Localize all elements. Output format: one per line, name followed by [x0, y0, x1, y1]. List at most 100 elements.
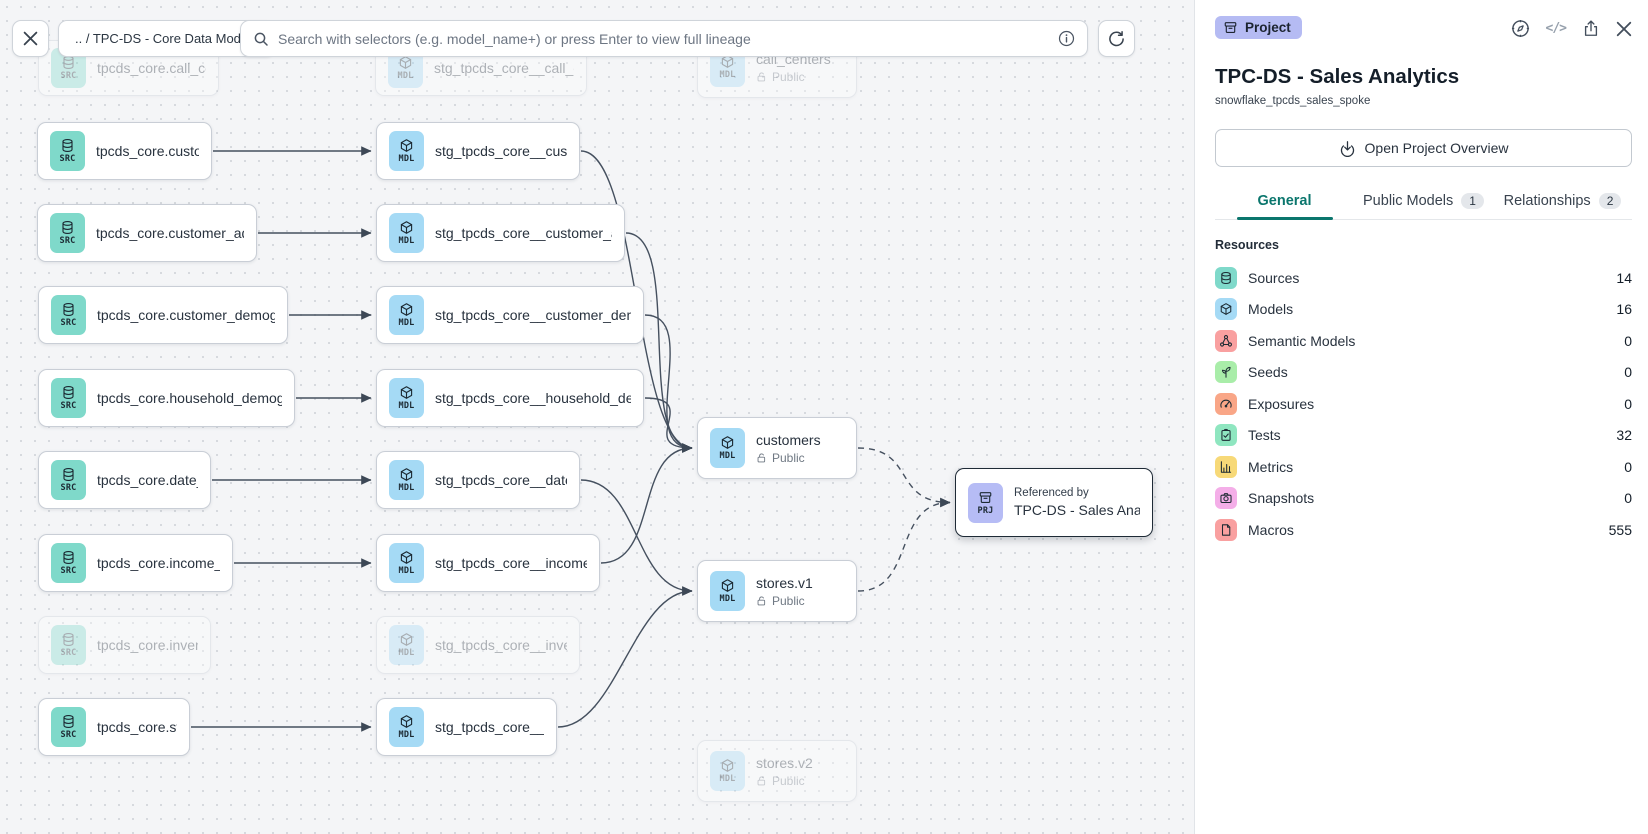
- node-label: tpcds_core.customer_address: [96, 225, 244, 241]
- model-cube-icon: [399, 632, 414, 647]
- tab-label: Public Models: [1363, 193, 1453, 209]
- resource-label: Seeds: [1248, 364, 1613, 380]
- src-badge: SRC: [51, 707, 86, 747]
- node-label: tpcds_core.household_demographics: [97, 390, 282, 406]
- resource-row-seeds: Seeds 0: [1215, 357, 1632, 389]
- lineage-node-pub_stores_v2[interactable]: MDLstores.v2Public: [697, 740, 857, 802]
- lineage-node-mdl_customer_address[interactable]: MDLstg_tpcds_core__customer_address: [376, 204, 625, 262]
- cube-icon: [1215, 298, 1237, 320]
- tab-public-models[interactable]: Public Models 1: [1354, 187, 1493, 219]
- mdl-badge: MDL: [710, 428, 745, 468]
- barchart-icon: [1215, 456, 1237, 478]
- model-cube-icon: [720, 435, 735, 450]
- close-lineage-button[interactable]: [12, 20, 49, 57]
- lineage-canvas[interactable]: SRCtpcds_core.call_centerMDLstg_tpcds_co…: [0, 0, 1194, 834]
- mdl-badge: MDL: [389, 707, 424, 747]
- lineage-node-src_inventory[interactable]: SRCtpcds_core.inventory: [38, 616, 211, 674]
- node-label: tpcds_core.date_dim: [97, 472, 198, 488]
- resources-list: Sources14Models16Semantic Models0Seeds0E…: [1215, 262, 1632, 546]
- node-label: tpcds_core.call_center: [97, 60, 206, 76]
- info-icon[interactable]: [1058, 30, 1075, 47]
- lineage-node-mdl_store[interactable]: MDL stg_tpcds_core__store: [376, 698, 557, 756]
- lineage-node-mdl_customer[interactable]: MDLstg_tpcds_core__customer: [376, 122, 580, 180]
- lineage-node-mdl_customer_demographics[interactable]: MDLstg_tpcds_core__customer_demogra…: [376, 286, 644, 344]
- view-code-button[interactable]: </>: [1546, 21, 1566, 36]
- gauge-icon: [1215, 393, 1237, 415]
- close-icon: [23, 31, 38, 46]
- resource-row-sources: Sources14: [1215, 262, 1632, 294]
- refresh-lineage-button[interactable]: [1098, 20, 1135, 57]
- resource-count: 0: [1624, 459, 1632, 475]
- open-project-overview-button[interactable]: Open Project Overview: [1215, 129, 1632, 167]
- tab-relationships[interactable]: Relationships2: [1493, 187, 1632, 219]
- node-label: tpcds_core.store: [97, 719, 177, 735]
- tab-count-badge: 1: [1461, 193, 1484, 209]
- open-project-overview-label: Open Project Overview: [1365, 140, 1509, 156]
- lineage-node-src_store[interactable]: SRC tpcds_core.store: [38, 698, 190, 756]
- model-cube-icon: [399, 714, 414, 729]
- overview-icon: [1339, 140, 1356, 157]
- share-button[interactable]: [1582, 19, 1600, 38]
- lineage-node-pub_customers[interactable]: MDLcustomersPublic: [697, 417, 857, 479]
- tab-general[interactable]: General: [1215, 187, 1354, 219]
- resource-label: Macros: [1248, 522, 1598, 538]
- search-input[interactable]: [278, 31, 1049, 47]
- resource-row-models: Models16: [1215, 294, 1632, 326]
- model-cube-icon: [720, 758, 735, 773]
- mdl-badge: MDL: [389, 543, 424, 583]
- mdl-badge: MDL: [710, 571, 745, 611]
- node-label: stg_tpcds_core__store: [435, 719, 544, 735]
- tab-count-badge: 2: [1599, 193, 1622, 209]
- database-icon: [60, 138, 75, 153]
- public-access-label: Public: [756, 70, 831, 84]
- database-icon: [1215, 267, 1237, 289]
- resource-count: 16: [1616, 301, 1632, 317]
- semantic-icon: [1215, 330, 1237, 352]
- project-type-badge: Project: [1215, 16, 1302, 39]
- database-icon: [61, 55, 76, 70]
- lineage-node-prj_sales_analytics[interactable]: PRJReferenced byTPC-DS - Sales Analytics: [955, 468, 1153, 537]
- resource-row-snapshots: Snapshots0: [1215, 483, 1632, 515]
- page-title: TPC-DS - Sales Analytics: [1215, 65, 1632, 89]
- lineage-node-src_income_band[interactable]: SRCtpcds_core.income_band: [38, 534, 233, 592]
- mdl-badge: MDL: [389, 213, 424, 253]
- seed-icon: [1215, 361, 1237, 383]
- lineage-node-src_customer[interactable]: SRCtpcds_core.customer: [37, 122, 212, 180]
- explore-lineage-button[interactable]: [1511, 19, 1530, 38]
- unlock-icon: [756, 71, 768, 83]
- node-label: stg_tpcds_core__income_band: [435, 555, 587, 571]
- src-badge: SRC: [51, 378, 86, 418]
- resource-row-metrics: Metrics0: [1215, 451, 1632, 483]
- close-icon: [1616, 21, 1632, 37]
- lineage-node-mdl_income_band[interactable]: MDL stg_tpcds_core__income_band: [376, 534, 600, 592]
- lineage-node-mdl_inventory[interactable]: MDLstg_tpcds_core__inventory: [376, 616, 580, 674]
- lineage-node-src_customer_demographics[interactable]: SRCtpcds_core.customer_demographics: [38, 286, 288, 344]
- breadcrumb-label: .. / TPC-DS - Core Data Models: [75, 31, 258, 46]
- src-badge: SRC: [51, 460, 86, 500]
- project-type-label: Project: [1245, 20, 1291, 35]
- lineage-node-src_household_demographics[interactable]: SRC tpcds_core.household_demographics: [38, 369, 295, 427]
- model-cube-icon: [399, 550, 414, 565]
- clipboard-icon: [1215, 424, 1237, 446]
- resource-row-macros: Macros555: [1215, 514, 1632, 546]
- node-label: stg_tpcds_core__date_dim: [435, 472, 567, 488]
- model-cube-icon: [399, 467, 414, 482]
- search-icon: [253, 31, 269, 47]
- resource-label: Exposures: [1248, 396, 1613, 412]
- node-label: stores.v1: [756, 575, 813, 591]
- lineage-node-src_customer_address[interactable]: SRCtpcds_core.customer_address: [37, 204, 257, 262]
- lineage-node-pub_stores_v1[interactable]: MDL stores.v1 Public: [697, 560, 857, 622]
- project-icon: [1223, 20, 1238, 35]
- lineage-node-mdl_date_dim[interactable]: MDLstg_tpcds_core__date_dim: [376, 451, 580, 509]
- public-access-label: Public: [756, 774, 813, 788]
- project-subtitle: snowflake_tpcds_sales_spoke: [1215, 95, 1632, 107]
- lineage-node-src_date_dim[interactable]: SRC tpcds_core.date_dim: [38, 451, 211, 509]
- close-panel-button[interactable]: [1616, 21, 1632, 37]
- node-label: stg_tpcds_core__inventory: [435, 637, 567, 653]
- resource-count: 0: [1624, 364, 1632, 380]
- resource-count: 0: [1624, 396, 1632, 412]
- model-cube-icon: [720, 578, 735, 593]
- lineage-node-mdl_household_demographics[interactable]: MDLstg_tpcds_core__household_demogr…: [376, 369, 644, 427]
- node-label: TPC-DS - Sales Analytics: [1014, 502, 1140, 518]
- public-access-label: Public: [756, 594, 813, 608]
